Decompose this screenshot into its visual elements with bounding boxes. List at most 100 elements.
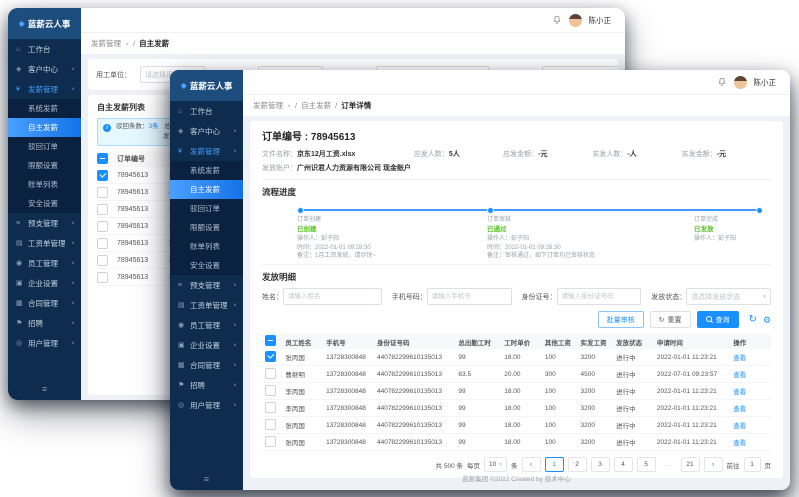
table-row[interactable]: 李丙国 13728300848 440782299610135013 99 18… — [262, 400, 771, 417]
row-checkbox[interactable] — [97, 204, 108, 215]
sidebar-item[interactable]: 系统发薪 — [8, 99, 81, 118]
sidebar-item[interactable]: 账单列表 — [8, 175, 81, 194]
next-page-button[interactable]: › — [704, 457, 723, 472]
sidebar-item[interactable]: ⌂ 工作台 — [170, 101, 243, 121]
sidebar-item-label: 企业设置 — [28, 278, 58, 289]
notification-bell-icon[interactable] — [552, 15, 562, 25]
view-link[interactable]: 查看 — [733, 423, 746, 430]
table-row[interactable]: 张丙国 13728300848 440782299610135013 99 18… — [262, 417, 771, 434]
sidebar-item[interactable]: ≡ 预支管理 ∨ — [170, 275, 243, 295]
row-checkbox[interactable] — [97, 255, 108, 266]
sidebar-item[interactable]: 安全设置 — [170, 256, 243, 275]
sidebar-item[interactable]: 驳回订单 — [8, 137, 81, 156]
sidebar-item[interactable]: 驳回订单 — [170, 199, 243, 218]
net-pay-cell: 3200 — [578, 434, 614, 451]
row-checkbox[interactable] — [265, 368, 276, 379]
view-link[interactable]: 查看 — [733, 440, 746, 447]
gear-icon[interactable]: ⚙ — [763, 315, 771, 325]
sidebar-item[interactable]: 安全设置 — [8, 194, 81, 213]
sidebar-item[interactable]: 账单列表 — [170, 237, 243, 256]
sidebar-item[interactable]: ⚑ 招聘 ∨ — [170, 375, 243, 395]
row-checkbox[interactable] — [265, 419, 276, 430]
sidebar-item[interactable]: 限额设置 — [8, 156, 81, 175]
sidebar-item[interactable]: ◈ 客户中心 ∨ — [170, 121, 243, 141]
sidebar-item[interactable]: ▣ 企业设置 ∨ — [8, 273, 81, 293]
view-link[interactable]: 查看 — [733, 389, 746, 396]
row-checkbox[interactable] — [265, 402, 276, 413]
sidebar-item[interactable]: 系统发薪 — [170, 161, 243, 180]
refresh-icon[interactable]: ↻ — [749, 315, 757, 325]
row-checkbox[interactable] — [97, 187, 108, 198]
table-row[interactable]: 张丙国 13728300848 440782299610135013 99 18… — [262, 434, 771, 451]
page-number-button[interactable]: … — [660, 458, 677, 471]
sidebar-item[interactable]: ▤ 工资单管理 ∨ — [8, 233, 81, 253]
sidebar-item[interactable]: ¥ 发薪管理 ∧ — [8, 79, 81, 99]
page-number-button[interactable]: 3 — [591, 457, 610, 472]
sidebar-item[interactable]: ▦ 合同管理 ∨ — [8, 293, 81, 313]
sidebar-collapse-button[interactable]: ≡ — [170, 468, 243, 490]
page-number-button[interactable]: 4 — [614, 457, 633, 472]
prev-page-button[interactable]: ‹ — [522, 457, 541, 472]
row-checkbox[interactable] — [265, 436, 276, 447]
sidebar-item[interactable]: ◉ 员工管理 ∨ — [8, 253, 81, 273]
sidebar-item[interactable]: 限额设置 — [170, 218, 243, 237]
page-number-button[interactable]: 21 — [681, 457, 700, 472]
sidebar-item[interactable]: ◎ 用户管理 ∨ — [170, 395, 243, 415]
sidebar-item[interactable]: ⚑ 招聘 ∨ — [8, 313, 81, 333]
table-row[interactable]: 曹继明 13728300848 440782299610135013 63.5 … — [262, 366, 771, 383]
user-avatar[interactable] — [734, 76, 747, 89]
page-number-button[interactable]: 5 — [637, 457, 656, 472]
row-checkbox[interactable] — [97, 238, 108, 249]
sidebar-item[interactable]: ≡ 预支管理 ∨ — [8, 213, 81, 233]
sidebar-item[interactable]: ⌂ 工作台 — [8, 39, 81, 59]
page-size-select[interactable]: 10 ▾ — [484, 457, 507, 472]
view-link[interactable]: 查看 — [733, 372, 746, 379]
search-button[interactable]: 查询 — [697, 311, 739, 328]
row-checkbox[interactable] — [97, 170, 108, 181]
table-row[interactable]: 李丙国 13728300848 440782299610135013 99 18… — [262, 383, 771, 400]
breadcrumb-root[interactable]: 发薪管理 — [91, 38, 121, 49]
row-checkbox[interactable] — [97, 221, 108, 232]
search-icon — [706, 316, 713, 324]
order-no-cell: 78945613 — [117, 206, 169, 213]
brand-icon: ◆ — [181, 81, 187, 90]
sidebar-item[interactable]: ◉ 员工管理 ∨ — [170, 315, 243, 335]
name-input[interactable] — [283, 288, 382, 305]
user-name[interactable]: 陈小正 — [754, 77, 777, 88]
sidebar-item[interactable]: ◈ 客户中心 ∨ — [8, 59, 81, 79]
view-link[interactable]: 查看 — [733, 406, 746, 413]
sidebar-menu: ⌂ 工作台 ◈ 客户中心 ∨ ¥ 发薪管理 ∧ 系统发薪 — [8, 39, 81, 400]
page-number-button[interactable]: 2 — [568, 457, 587, 472]
batch-review-button[interactable]: 批量审核 — [598, 311, 644, 328]
paid-count-field: 实发人数：-人 — [592, 149, 681, 159]
notification-bell-icon[interactable] — [717, 77, 727, 87]
row-checkbox[interactable] — [97, 272, 108, 283]
sidebar-item[interactable]: ¥ 发薪管理 ∧ — [170, 141, 243, 161]
hours-cell: 99 — [455, 400, 501, 417]
status-select[interactable]: 请选择发放状态 ▾ — [686, 288, 771, 305]
sidebar-item[interactable]: ▣ 企业设置 ∨ — [170, 335, 243, 355]
idcard-input[interactable] — [557, 288, 642, 305]
row-checkbox[interactable] — [265, 351, 276, 362]
phone-input[interactable] — [427, 288, 512, 305]
payable-amount-field: 应发金额：-元 — [503, 149, 592, 159]
sidebar-item[interactable]: ▤ 工资单管理 ∨ — [170, 295, 243, 315]
breadcrumb-mid[interactable]: 自主发薪 — [301, 100, 331, 111]
reset-button[interactable]: ↻ 重置 — [650, 311, 691, 328]
page-number-button[interactable]: 1 — [545, 457, 564, 472]
select-all-checkbox[interactable] — [265, 335, 276, 346]
sidebar-item[interactable]: 自主发薪 — [170, 180, 243, 199]
user-avatar[interactable] — [569, 14, 582, 27]
sidebar-collapse-button[interactable]: ≡ — [8, 378, 81, 400]
jump-page-input[interactable] — [744, 457, 761, 472]
view-link[interactable]: 查看 — [733, 355, 746, 362]
row-checkbox[interactable] — [265, 385, 276, 396]
idcard-cell: 440782299610135013 — [374, 434, 455, 451]
breadcrumb-root[interactable]: 发薪管理 — [253, 100, 283, 111]
table-row[interactable]: 张丙国 13728300848 440782299610135013 99 18… — [262, 349, 771, 366]
sidebar-item[interactable]: ▦ 合同管理 ∨ — [170, 355, 243, 375]
sidebar-item[interactable]: ◎ 用户管理 ∨ — [8, 333, 81, 353]
select-all-checkbox[interactable] — [97, 153, 108, 164]
user-name[interactable]: 陈小正 — [589, 15, 612, 26]
sidebar-item[interactable]: 自主发薪 — [8, 118, 81, 137]
